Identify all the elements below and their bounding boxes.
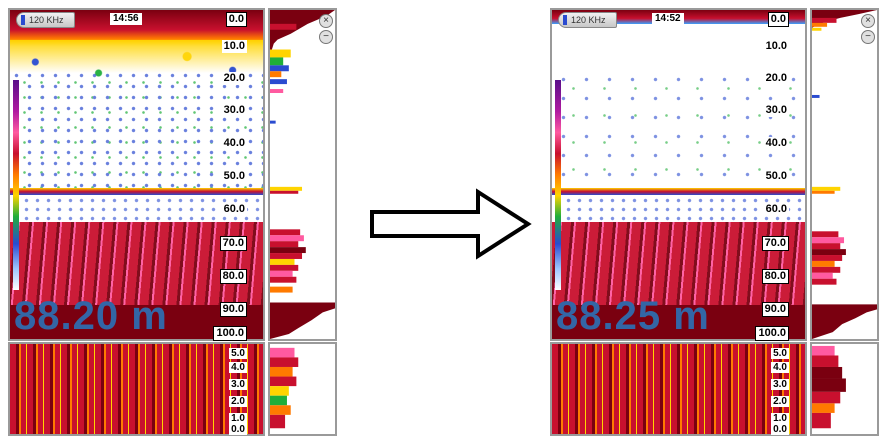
depth-tick: 50.0 [763,170,789,183]
depth-tick: 30.0 [221,104,247,117]
right-arrow-icon [370,188,532,260]
a-scope-graph [270,10,335,339]
bottom-tick: 1.0 [229,413,247,424]
a-scope-graph [812,10,877,339]
bottom-depth-readout: 88.20 m [14,294,168,338]
time-display: 14:52 [652,13,684,25]
frequency-indicator-icon [21,15,25,25]
depth-tick: 90.0 [219,302,247,317]
frequency-indicator-icon [563,15,567,25]
close-icon[interactable]: × [319,14,333,28]
depth-tick: 40.0 [763,137,789,150]
depth-tick: 90.0 [761,302,789,317]
minus-icon[interactable]: − [861,30,875,44]
bottom-depth-readout: 88.25 m [556,294,710,338]
depth-tick: 20.0 [221,72,247,85]
sonar-screen-left: 120 KHz 14:56 0.0 10.0 20.0 30.0 40.0 50… [8,8,337,436]
depth-tick: 10.0 [763,40,789,53]
bottom-echo [10,344,263,434]
depth-tick: 10.0 [221,40,247,53]
depth-tick: 50.0 [221,170,247,183]
depth-tick: 20.0 [763,72,789,85]
depth-tick: 80.0 [219,269,247,284]
depth-tick: 30.0 [763,104,789,117]
echogram-main-view[interactable]: 120 KHz 14:52 0.0 10.0 20.0 30.0 40.0 50… [550,8,807,341]
frequency-button[interactable]: 120 KHz [558,12,617,28]
depth-tick: 70.0 [761,236,789,251]
bottom-tick: 3.0 [771,379,789,390]
depth-tick: 40.0 [221,137,247,150]
bottom-tick: 3.0 [229,379,247,390]
a-scope-view[interactable]: × − [268,8,337,341]
bottom-zoom-view[interactable]: 5.0 4.0 3.0 2.0 1.0 0.0 [550,342,807,436]
bottom-tick: 1.0 [771,413,789,424]
frequency-button[interactable]: 120 KHz [16,12,75,28]
bottom-tick: 4.0 [229,362,247,373]
bottom-tick: 4.0 [771,362,789,373]
color-scale-bar [13,80,19,290]
minus-icon[interactable]: − [319,30,333,44]
bottom-tick: 0.0 [229,424,247,435]
bottom-zoom-view[interactable]: 5.0 4.0 3.0 2.0 1.0 0.0 [8,342,265,436]
time-display: 14:56 [110,13,142,25]
depth-tick: 70.0 [219,236,247,251]
bottom-a-scope-graph [812,345,846,429]
depth-tick: 0.0 [767,12,789,27]
bottom-echo [552,344,805,434]
depth-tick: 80.0 [761,269,789,284]
thermocline-layer [552,188,805,195]
bottom-tick: 2.0 [229,396,247,407]
thermocline-layer [10,188,263,195]
bottom-tick: 5.0 [229,348,247,359]
depth-tick: 60.0 [221,203,247,216]
bottom-a-scope[interactable] [268,342,337,436]
depth-tick: 100.0 [213,326,247,341]
depth-tick: 0.0 [225,12,247,27]
frequency-label: 120 KHz [571,15,606,25]
sonar-screen-right: 120 KHz 14:52 0.0 10.0 20.0 30.0 40.0 50… [550,8,879,436]
bottom-a-scope[interactable] [810,342,879,436]
color-scale-bar [555,80,561,290]
depth-tick: 100.0 [755,326,789,341]
bottom-tick: 5.0 [771,348,789,359]
bottom-tick: 0.0 [771,424,789,435]
bottom-tick: 2.0 [771,396,789,407]
frequency-label: 120 KHz [29,15,64,25]
echogram-main-view[interactable]: 120 KHz 14:56 0.0 10.0 20.0 30.0 40.0 50… [8,8,265,341]
close-icon[interactable]: × [861,14,875,28]
depth-tick: 60.0 [763,203,789,216]
bottom-a-scope-graph [270,347,299,429]
a-scope-view[interactable]: × − [810,8,879,341]
